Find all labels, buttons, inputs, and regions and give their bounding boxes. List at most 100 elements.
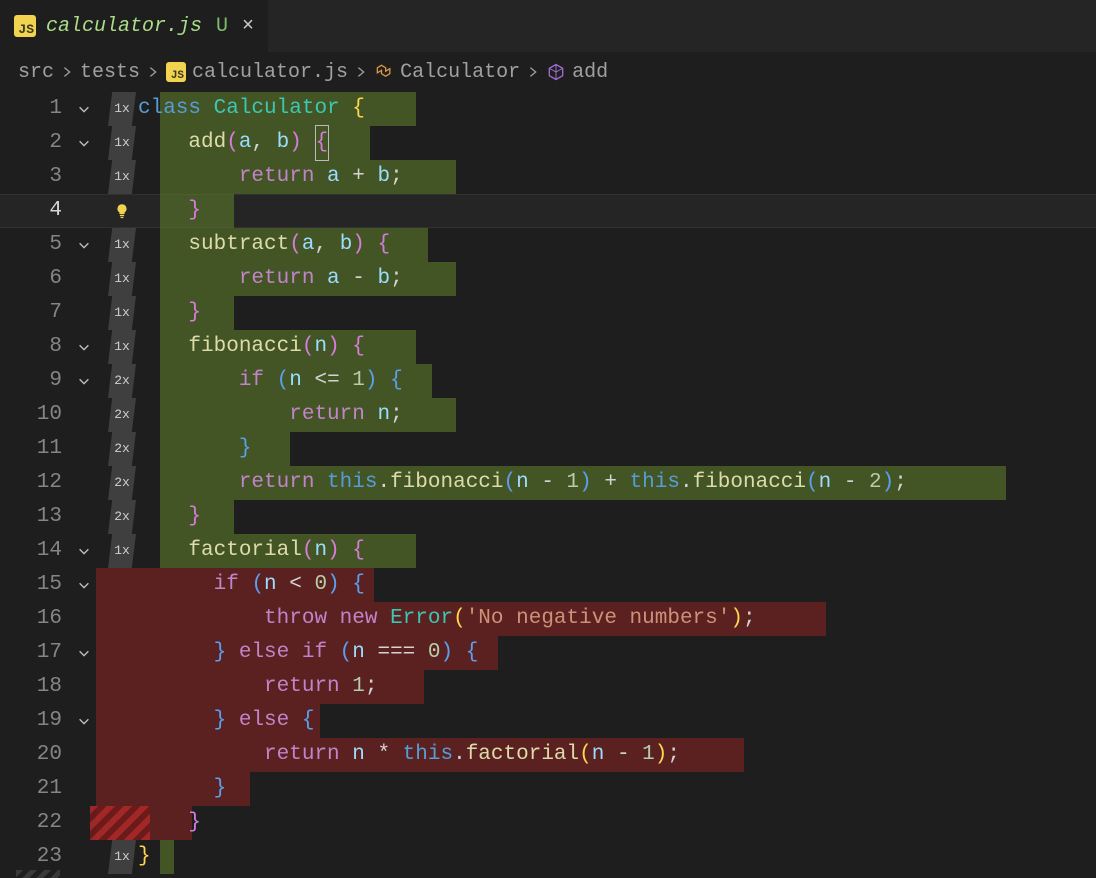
code-content[interactable]: } else { <box>138 704 1096 738</box>
code-content[interactable]: } else if (n === 0) { <box>138 636 1096 670</box>
code-content[interactable]: fibonacci(n) { <box>138 330 1096 364</box>
fold-toggle <box>72 602 96 636</box>
code-line[interactable]: 51x subtract(a, b) { <box>0 228 1096 262</box>
line-number: 14 <box>0 534 72 568</box>
line-number: 23 <box>0 840 72 874</box>
code-line[interactable]: 8 1x fibonacci(n) { <box>0 330 1096 364</box>
fold-toggle <box>72 194 96 228</box>
coverage-count-badge: 1x <box>108 126 136 160</box>
editor-tab[interactable]: JS calculator.js U × <box>0 0 269 52</box>
fold-toggle[interactable] <box>72 534 96 568</box>
code-line[interactable]: 112x } <box>0 432 1096 466</box>
breadcrumb-item[interactable]: Calculator <box>400 61 520 84</box>
code-editor[interactable]: 11xclass Calculator {21x add(a, b) {31x … <box>0 92 1096 874</box>
breadcrumb-item[interactable]: add <box>572 61 608 84</box>
code-content[interactable]: return n; <box>138 398 1096 432</box>
js-file-icon: JS <box>166 62 186 82</box>
code-line[interactable]: 18 return 1; <box>0 670 1096 704</box>
code-line[interactable]: 17 } else if (n === 0) { <box>0 636 1096 670</box>
line-number: 21 <box>0 772 72 806</box>
fold-toggle[interactable] <box>72 636 96 670</box>
chevron-right-icon <box>146 65 160 79</box>
fold-toggle[interactable] <box>72 228 96 262</box>
coverage-count-badge: 2x <box>108 500 136 534</box>
line-number: 3 <box>0 160 72 194</box>
fold-toggle <box>72 772 96 806</box>
code-line[interactable]: 21x add(a, b) { <box>0 126 1096 160</box>
code-content[interactable]: } <box>138 840 1096 874</box>
breadcrumb-item[interactable]: calculator.js <box>192 61 348 84</box>
code-content[interactable]: return a - b; <box>138 262 1096 296</box>
coverage-count-badge: 1x <box>108 840 136 874</box>
js-file-icon: JS <box>14 15 36 37</box>
coverage-count-badge: 1x <box>108 330 136 364</box>
fold-toggle <box>72 262 96 296</box>
fold-toggle[interactable] <box>72 126 96 160</box>
code-content[interactable]: } <box>138 500 1096 534</box>
code-line[interactable]: 22 } <box>0 806 1096 840</box>
chevron-right-icon <box>60 65 74 79</box>
code-content[interactable]: } <box>138 194 1096 228</box>
code-line[interactable]: 15 if (n < 0) { <box>0 568 1096 602</box>
code-content[interactable]: return this.fibonacci(n - 1) + this.fibo… <box>138 466 1096 500</box>
coverage-count-badge <box>108 568 136 602</box>
line-number: 15 <box>0 568 72 602</box>
code-line[interactable]: 71x } <box>0 296 1096 330</box>
vscode-editor: { "tab": { "filename": "calculator.js", … <box>0 0 1096 878</box>
code-line[interactable]: 132x } <box>0 500 1096 534</box>
tab-filename: calculator.js <box>46 15 202 38</box>
code-line[interactable]: 141x factorial(n) { <box>0 534 1096 568</box>
fold-toggle <box>72 840 96 874</box>
code-line[interactable]: 4 } <box>0 194 1096 228</box>
fold-toggle[interactable] <box>72 364 96 398</box>
code-content[interactable]: factorial(n) { <box>138 534 1096 568</box>
code-content[interactable]: if (n < 0) { <box>138 568 1096 602</box>
code-content[interactable]: return n * this.factorial(n - 1); <box>138 738 1096 772</box>
code-line[interactable]: 20 return n * this.factorial(n - 1); <box>0 738 1096 772</box>
fold-toggle[interactable] <box>72 568 96 602</box>
code-content[interactable]: add(a, b) { <box>138 126 1096 160</box>
fold-toggle[interactable] <box>72 704 96 738</box>
line-number: 18 <box>0 670 72 704</box>
code-content[interactable]: if (n <= 1) { <box>138 364 1096 398</box>
code-line[interactable]: 23 1x} <box>0 840 1096 874</box>
code-line[interactable]: 19 } else { <box>0 704 1096 738</box>
fold-toggle[interactable] <box>72 330 96 364</box>
method-symbol-icon <box>546 62 566 82</box>
coverage-count-badge: 2x <box>108 364 136 398</box>
code-line[interactable]: 16 throw new Error('No negative numbers'… <box>0 602 1096 636</box>
line-number: 16 <box>0 602 72 636</box>
code-line[interactable]: 3 1x return a + b; <box>0 160 1096 194</box>
code-content[interactable]: } <box>138 806 1096 840</box>
code-content[interactable]: return 1; <box>138 670 1096 704</box>
code-line[interactable]: 92x if (n <= 1) { <box>0 364 1096 398</box>
code-content[interactable]: } <box>138 296 1096 330</box>
code-content[interactable]: } <box>138 432 1096 466</box>
coverage-count-badge: 1x <box>108 228 136 262</box>
coverage-count-badge: 1x <box>108 160 136 194</box>
coverage-count-badge <box>108 670 136 704</box>
lightbulb-icon[interactable] <box>108 194 136 228</box>
code-line[interactable]: 21 } <box>0 772 1096 806</box>
code-content[interactable]: subtract(a, b) { <box>138 228 1096 262</box>
line-number: 8 <box>0 330 72 364</box>
line-number: 4 <box>0 194 72 228</box>
line-number: 1 <box>0 92 72 126</box>
tab-close-icon[interactable]: × <box>242 15 254 38</box>
code-line[interactable]: 122x return this.fibonacci(n - 1) + this… <box>0 466 1096 500</box>
breadcrumb-item[interactable]: src <box>18 61 54 84</box>
fold-toggle <box>72 500 96 534</box>
code-content[interactable]: return a + b; <box>138 160 1096 194</box>
fold-toggle[interactable] <box>72 92 96 126</box>
code-line[interactable]: 102x return n; <box>0 398 1096 432</box>
coverage-count-badge: 1x <box>108 262 136 296</box>
fold-toggle <box>72 466 96 500</box>
code-content[interactable]: throw new Error('No negative numbers'); <box>138 602 1096 636</box>
code-content[interactable]: class Calculator { <box>138 92 1096 126</box>
breadcrumb: src tests JS calculator.js Calculator ad… <box>0 52 1096 92</box>
code-line[interactable]: 11xclass Calculator { <box>0 92 1096 126</box>
code-line[interactable]: 61x return a - b; <box>0 262 1096 296</box>
coverage-count-badge: 2x <box>108 398 136 432</box>
breadcrumb-item[interactable]: tests <box>80 61 140 84</box>
code-content[interactable]: } <box>138 772 1096 806</box>
